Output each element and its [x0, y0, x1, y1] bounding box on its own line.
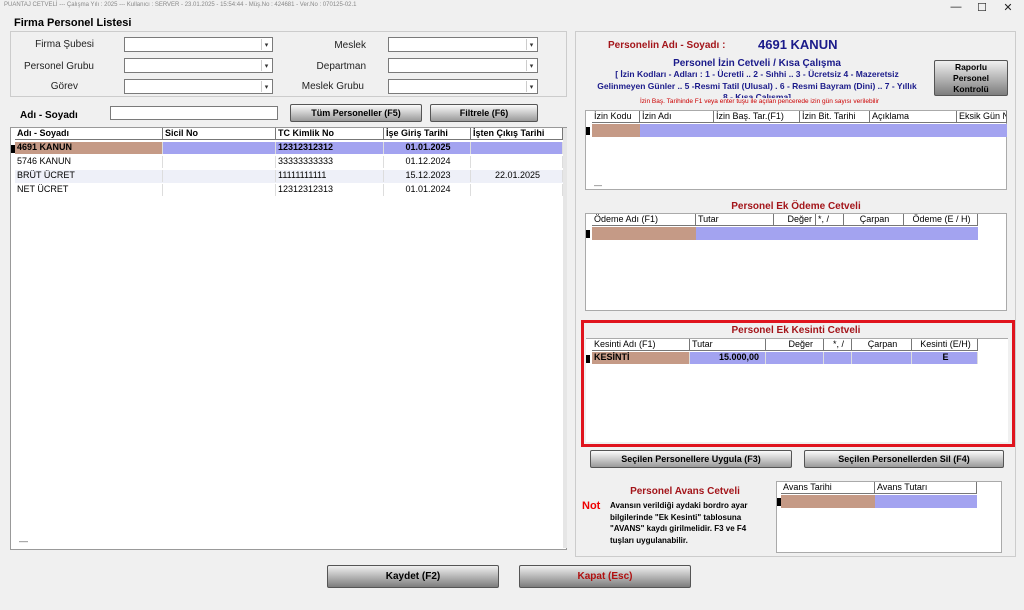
col-name[interactable]: Adı - Soyadı — [15, 128, 163, 140]
minimize-button[interactable]: — — [944, 0, 968, 14]
chevron-down-icon: ▾ — [261, 39, 271, 50]
filter-button[interactable]: Filtrele (F6) — [430, 104, 538, 122]
chevron-down-icon: ▾ — [526, 60, 536, 71]
personel-grubu-label: Personel Grubu — [23, 61, 94, 72]
table-row[interactable]: 4691 KANUN 12312312312 01.01.2025 — [15, 142, 563, 155]
gorev-label: Görev — [50, 81, 78, 92]
close-button[interactable]: Kapat (Esc) — [519, 565, 691, 588]
izin-new-row[interactable] — [640, 124, 1007, 137]
search-name-label: Adı - Soyadı — [20, 110, 78, 121]
search-name-input[interactable] — [110, 106, 278, 120]
meslek-select[interactable]: ▾ — [388, 37, 538, 52]
departman-label: Departman — [316, 61, 366, 72]
avans-grid: Avans Tarihi Avans Tutarı — [776, 481, 1002, 553]
person-name-value: 4691 KANUN — [758, 37, 838, 52]
row-pointer-icon — [586, 127, 590, 135]
avans-new-row-cell[interactable] — [781, 495, 875, 508]
izin-footer: — — [594, 181, 602, 190]
kesinti-row[interactable]: KESİNTİ 15.000,00 E — [592, 352, 978, 365]
grid-footer: — — [19, 536, 28, 546]
izin-title: Personel İzin Cetveli / Kısa Çalışma — [673, 58, 841, 69]
col-cikis[interactable]: İşten Çıkış Tarihi — [471, 128, 563, 140]
avans-note: Avansın verildiği aydaki bordro ayar bil… — [610, 501, 748, 545]
maximize-button[interactable]: ☐ — [970, 0, 994, 14]
save-button[interactable]: Kaydet (F2) — [327, 565, 499, 588]
table-row[interactable]: NET ÜCRET 12312312313 01.01.2024 — [15, 184, 563, 197]
odeme-title: Personel Ek Ödeme Cetveli — [731, 201, 861, 212]
izin-grid: İzin Kodu İzin Adı İzin Baş. Tar.(F1) İz… — [585, 110, 1007, 190]
odeme-new-row[interactable] — [696, 227, 978, 240]
person-name-label: Personelin Adı - Soyadı : — [608, 40, 726, 51]
firma-subesi-select[interactable]: ▾ — [124, 37, 273, 52]
personnel-list-heading: Firma Personel Listesi — [14, 17, 132, 29]
row-pointer-icon — [586, 355, 590, 363]
izin-codes-line1: [ İzin Kodları - Adları : 1 - Ücretli ..… — [615, 69, 899, 79]
meslek-grubu-label: Meslek Grubu — [301, 81, 364, 92]
avans-title: Personel Avans Cetveli — [630, 486, 740, 497]
meslek-grubu-select[interactable]: ▾ — [388, 79, 538, 94]
chevron-down-icon: ▾ — [261, 60, 271, 71]
odeme-new-row-cell[interactable] — [592, 227, 696, 240]
gorev-select[interactable]: ▾ — [124, 79, 273, 94]
izin-codes-line2: Gelinmeyen Günler .. 5 -Resmi Tatil (Ulu… — [597, 81, 917, 91]
col-giris[interactable]: İşe Giriş Tarihi — [384, 128, 471, 140]
chevron-down-icon: ▾ — [526, 39, 536, 50]
all-personnel-button[interactable]: Tüm Personeller (F5) — [290, 104, 422, 122]
kesinti-title: Personel Ek Kesinti Cetveli — [731, 325, 861, 336]
apply-selected-button[interactable]: Seçilen Personellere Uygula (F3) — [590, 450, 792, 468]
delete-selected-button[interactable]: Seçilen Personellerden Sil (F4) — [804, 450, 1004, 468]
izin-note: İzin Baş. Tarihinde F1 veya enter tuşu i… — [640, 98, 880, 105]
table-row[interactable]: 5746 KANUN 33333333333 01.12.2024 — [15, 156, 563, 169]
avans-new-row[interactable] — [875, 495, 977, 508]
odeme-grid: Ödeme Adı (F1) Tutar Değer *, / Çarpan Ö… — [585, 213, 1007, 311]
window-title: PUANTAJ CETVELİ --- Çalışma Yılı : 2025 … — [4, 2, 357, 8]
report-personnel-button[interactable]: Raporlu Personel Kontrolü — [934, 60, 1008, 96]
col-tc[interactable]: TC Kimlik No — [276, 128, 384, 140]
departman-select[interactable]: ▾ — [388, 58, 538, 73]
chevron-down-icon: ▾ — [526, 81, 536, 92]
col-sicil[interactable]: Sicil No — [163, 128, 276, 140]
vertical-scrollbar[interactable] — [563, 128, 567, 548]
personnel-grid: Adı - Soyadı Sicil No TC Kimlik No İşe G… — [10, 127, 567, 550]
table-row[interactable]: BRÜT ÜCRET 11111111111 15.12.2023 22.01.… — [15, 170, 563, 183]
avans-not-label: Not — [582, 500, 601, 512]
kesinti-grid: Kesinti Adı (F1) Tutar Değer *, / Çarpan… — [586, 338, 1008, 442]
close-window-button[interactable]: ✕ — [996, 0, 1020, 14]
personel-grubu-select[interactable]: ▾ — [124, 58, 273, 73]
row-pointer-icon — [586, 230, 590, 238]
firma-subesi-label: Firma Şubesi — [35, 39, 94, 50]
chevron-down-icon: ▾ — [261, 81, 271, 92]
meslek-label: Meslek — [334, 40, 366, 51]
izin-new-row-cell[interactable] — [592, 124, 640, 137]
